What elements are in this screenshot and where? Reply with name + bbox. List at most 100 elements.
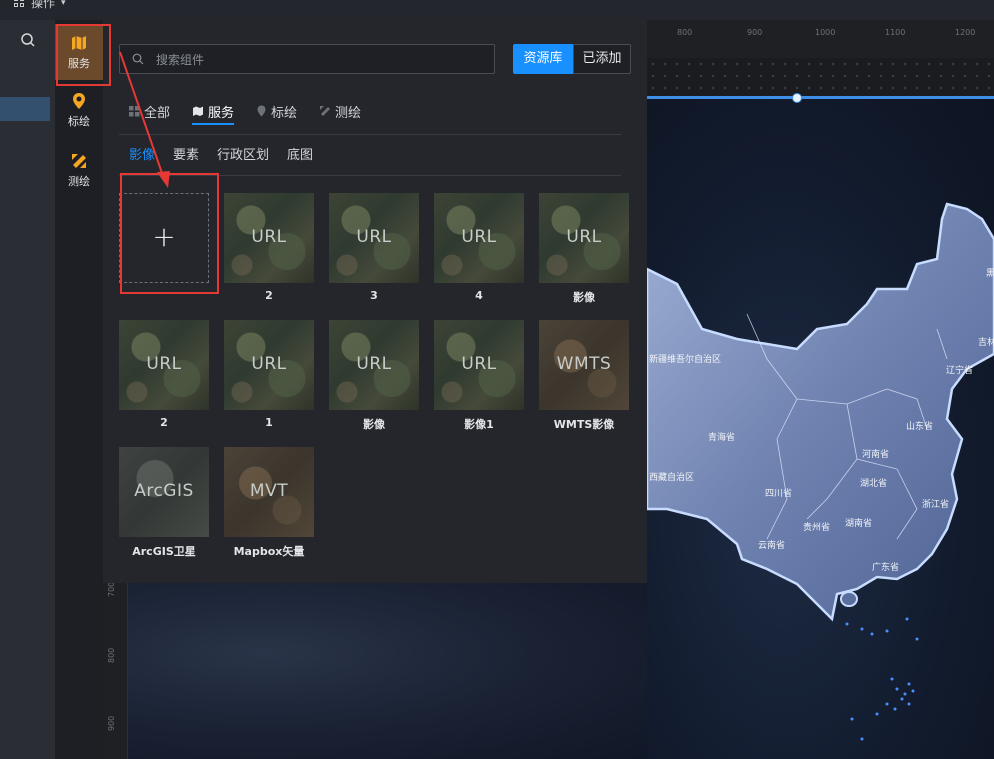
map-icon — [193, 106, 204, 116]
tab-all[interactable]: 全部 — [129, 100, 170, 122]
pin-icon — [73, 93, 85, 109]
card-thumbnail: URL — [224, 320, 314, 410]
search-icon[interactable] — [20, 32, 36, 48]
service-card[interactable]: URL 1 — [224, 320, 314, 429]
selected-layer-row[interactable] — [0, 97, 50, 121]
subtab-imagery[interactable]: 影像 — [129, 144, 155, 163]
tab-label: 测绘 — [335, 105, 362, 121]
added-button[interactable]: 已添加 — [573, 44, 631, 74]
china-map — [647, 202, 994, 741]
card-thumbnail: URL — [539, 193, 629, 283]
south-sea-islands — [845, 617, 919, 741]
horizontal-ruler: 800 900 1000 1100 1200 — [647, 20, 994, 58]
thumb-label: URL — [146, 354, 182, 374]
province-label: 河南省 — [862, 450, 890, 460]
resize-handle[interactable] — [792, 93, 802, 103]
subtab-admin-division[interactable]: 行政区划 — [217, 144, 269, 163]
card-thumbnail: URL — [434, 193, 524, 283]
thumb-label: URL — [461, 354, 497, 374]
service-card[interactable]: URL 影像1 — [434, 320, 524, 432]
card-thumbnail: MVT — [224, 447, 314, 537]
card-caption: Mapbox矢量 — [233, 545, 305, 558]
china-landmass — [647, 202, 994, 622]
ruler-tick: 1100 — [885, 28, 906, 37]
operations-menu-label: 操作 — [31, 0, 56, 10]
ruler-tick: 1200 — [955, 28, 976, 37]
province-label: 湖北省 — [860, 479, 888, 489]
service-card[interactable]: URL 影像 — [539, 193, 629, 305]
ruler-tick: 800 — [677, 28, 693, 37]
card-caption: 2 — [160, 416, 168, 429]
top-toolbar: 操作 ▾ — [0, 0, 994, 21]
pin-icon — [257, 105, 266, 117]
card-thumbnail: WMTS — [539, 320, 629, 410]
sidebar-item-label: 测绘 — [68, 175, 90, 188]
thumb-label: URL — [356, 354, 392, 374]
province-label: 西藏自治区 — [649, 473, 695, 483]
service-card[interactable]: WMTS WMTS影像 — [539, 320, 629, 432]
province-label: 湖南省 — [845, 519, 873, 529]
layer-column — [0, 20, 56, 759]
province-label: 四川省 — [765, 489, 793, 499]
service-card[interactable]: URL 2 — [119, 320, 209, 429]
thumb-label: ArcGIS — [134, 481, 194, 501]
subtab-features[interactable]: 要素 — [173, 144, 199, 163]
ruler-pencil-icon — [320, 106, 331, 116]
province-label: 广东省 — [872, 563, 900, 573]
grid-icon — [14, 0, 25, 8]
card-caption: WMTS影像 — [553, 418, 615, 431]
ruler-tick: 900 — [747, 28, 763, 37]
subtab-basemap[interactable]: 底图 — [287, 144, 313, 163]
grid-icon — [129, 105, 140, 116]
card-thumbnail: URL — [434, 320, 524, 410]
map-canvas-lower[interactable] — [103, 583, 647, 759]
province-label: 云南省 — [758, 541, 786, 551]
service-card[interactable]: MVT Mapbox矢量 — [224, 447, 314, 559]
card-thumbnail: URL — [329, 320, 419, 410]
operations-menu[interactable]: 操作 ▾ — [14, 0, 66, 11]
highlight-service-tab — [56, 24, 111, 86]
resource-library-button[interactable]: 资源库 — [513, 44, 573, 74]
tab-label: 全部 — [144, 105, 171, 121]
province-label: 山东省 — [906, 422, 934, 432]
search-input[interactable] — [154, 49, 488, 71]
thumb-label: URL — [251, 227, 287, 247]
card-caption: ArcGIS卫星 — [132, 545, 196, 558]
tab-measure[interactable]: 测绘 — [319, 100, 361, 122]
province-label: 浙江省 — [922, 500, 950, 510]
subcategory-tabs: 影像 要素 行政区划 底图 — [129, 144, 313, 163]
tab-label: 服务 — [208, 105, 235, 121]
highlight-add-button — [120, 173, 219, 294]
ruler-tick: 800 — [107, 647, 116, 663]
card-caption: 2 — [265, 289, 273, 302]
tab-plot[interactable]: 标绘 — [256, 100, 297, 122]
card-caption: 影像 — [573, 291, 595, 304]
card-caption: 4 — [475, 289, 483, 302]
sidebar-item-plot[interactable]: 标绘 — [55, 92, 103, 129]
sidebar-item-measure[interactable]: 测绘 — [55, 152, 103, 189]
service-card[interactable]: ArcGIS ArcGIS卫星 — [119, 447, 209, 559]
category-tabs: 全部 服务 标绘 测绘 — [129, 100, 383, 125]
service-card[interactable]: URL 影像 — [329, 320, 419, 432]
canvas-dot-grid — [647, 58, 994, 96]
chevron-down-icon: ▾ — [61, 0, 66, 8]
card-caption: 1 — [265, 416, 273, 429]
component-search — [119, 44, 495, 74]
thumb-label: MVT — [249, 481, 289, 501]
thumb-label: URL — [251, 354, 287, 374]
thumb-label: URL — [461, 227, 497, 247]
card-thumbnail: URL — [224, 193, 314, 283]
service-card[interactable]: URL 2 — [224, 193, 314, 302]
sidebar-item-label: 标绘 — [68, 115, 90, 128]
province-label: 青海省 — [708, 433, 736, 443]
card-thumbnail: URL — [329, 193, 419, 283]
tab-service[interactable]: 服务 — [192, 100, 235, 125]
card-thumbnail: ArcGIS — [119, 447, 209, 537]
ruler-tick: 900 — [107, 715, 116, 731]
search-icon — [132, 53, 144, 65]
province-label: 新疆维吾尔自治区 — [649, 355, 722, 365]
ruler-tick: 1000 — [815, 28, 836, 37]
service-card[interactable]: URL 4 — [434, 193, 524, 302]
tab-label: 标绘 — [271, 105, 298, 121]
service-card[interactable]: URL 3 — [329, 193, 419, 302]
